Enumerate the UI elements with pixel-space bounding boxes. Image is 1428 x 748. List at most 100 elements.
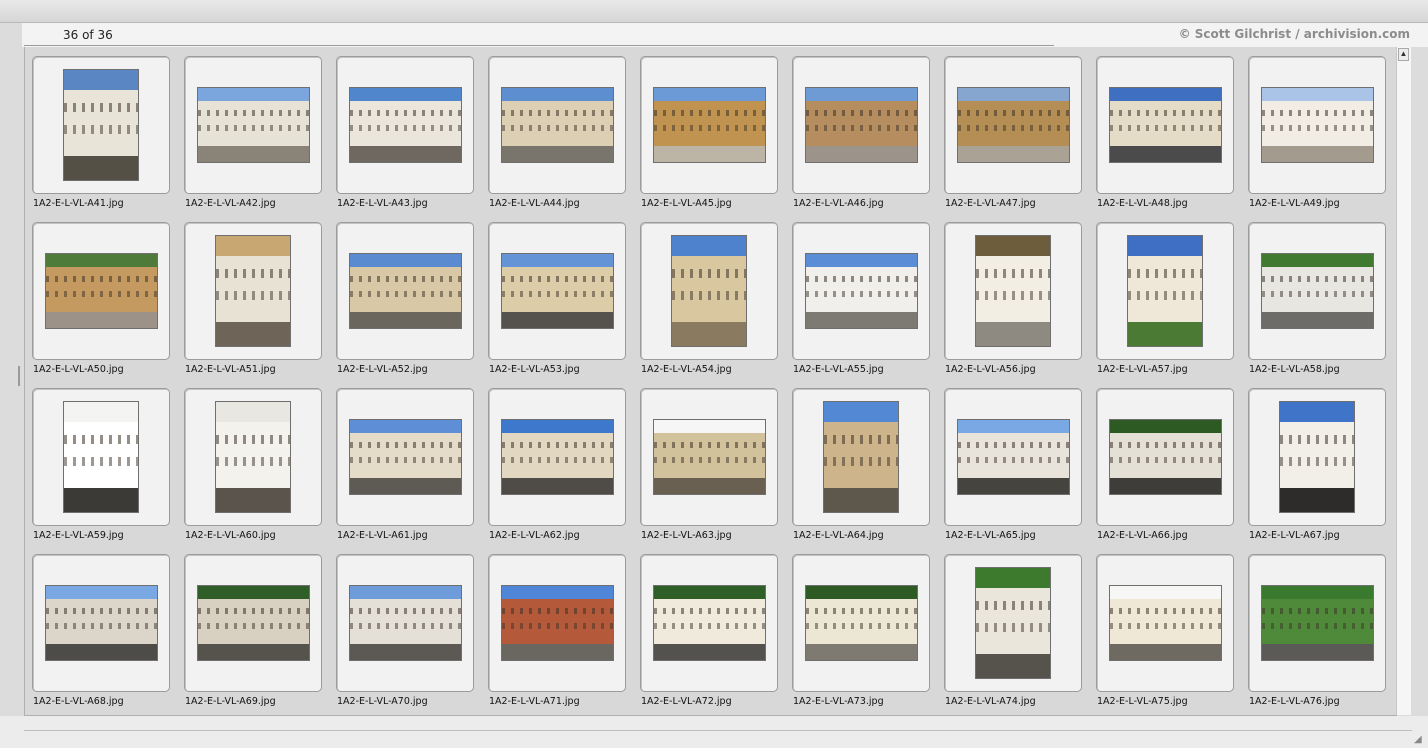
slide-mount[interactable] (336, 56, 474, 194)
thumbnail-cell[interactable]: 1A2-E-L-VL-A61.jpg (329, 382, 474, 546)
thumbnail-cell[interactable]: 1A2-E-L-VL-A67.jpg (1241, 382, 1386, 546)
thumbnail-cell[interactable]: 1A2-E-L-VL-A55.jpg (785, 216, 930, 380)
thumbnail-cell[interactable]: 1A2-E-L-VL-A76.jpg (1241, 548, 1386, 712)
slide-mount[interactable] (488, 222, 626, 360)
thumbnail-cell[interactable]: 1A2-E-L-VL-A58.jpg (1241, 216, 1386, 380)
thumbnail-cell[interactable]: 1A2-E-L-VL-A50.jpg (25, 216, 170, 380)
slide-mount[interactable] (792, 222, 930, 360)
slide-mount[interactable] (1096, 222, 1234, 360)
thumbnail-image[interactable] (805, 253, 918, 329)
thumbnail-cell[interactable]: 1A2-E-L-VL-A68.jpg (25, 548, 170, 712)
thumbnail-image[interactable] (1109, 87, 1222, 163)
thumbnail-cell[interactable]: 1A2-E-L-VL-A53.jpg (481, 216, 626, 380)
slide-mount[interactable] (944, 56, 1082, 194)
thumbnail-image[interactable] (671, 235, 747, 347)
thumbnail-cell[interactable]: 1A2-E-L-VL-A41.jpg (25, 50, 170, 214)
thumbnail-image[interactable] (823, 401, 899, 513)
slide-mount[interactable] (488, 388, 626, 526)
thumbnail-image[interactable] (349, 87, 462, 163)
slide-mount[interactable] (640, 554, 778, 692)
thumbnail-cell[interactable]: 1A2-E-L-VL-A56.jpg (937, 216, 1082, 380)
thumbnail-image[interactable] (957, 87, 1070, 163)
slide-mount[interactable] (1248, 554, 1386, 692)
scroll-up-arrow-icon[interactable]: ▲ (1398, 48, 1409, 61)
slide-mount[interactable] (336, 222, 474, 360)
thumbnail-cell[interactable]: 1A2-E-L-VL-A65.jpg (937, 382, 1082, 546)
vertical-scrollbar[interactable] (1396, 47, 1411, 715)
thumbnail-image[interactable] (1127, 235, 1203, 347)
thumbnail-image[interactable] (349, 585, 462, 661)
pane-splitter-handle[interactable] (18, 366, 20, 386)
thumbnail-image[interactable] (215, 235, 291, 347)
slide-mount[interactable] (32, 388, 170, 526)
slide-mount[interactable] (184, 222, 322, 360)
thumbnail-image[interactable] (45, 253, 158, 329)
thumbnail-image[interactable] (1109, 419, 1222, 495)
thumbnail-cell[interactable]: 1A2-E-L-VL-A48.jpg (1089, 50, 1234, 214)
thumbnail-image[interactable] (975, 567, 1051, 679)
thumbnail-cell[interactable]: 1A2-E-L-VL-A44.jpg (481, 50, 626, 214)
slide-mount[interactable] (1248, 222, 1386, 360)
slide-mount[interactable] (944, 554, 1082, 692)
thumbnail-image[interactable] (501, 87, 614, 163)
slide-mount[interactable] (944, 222, 1082, 360)
slide-mount[interactable] (184, 388, 322, 526)
slide-mount[interactable] (1248, 388, 1386, 526)
thumbnail-image[interactable] (957, 419, 1070, 495)
slide-mount[interactable] (1248, 56, 1386, 194)
slide-mount[interactable] (32, 554, 170, 692)
thumbnail-cell[interactable]: 1A2-E-L-VL-A71.jpg (481, 548, 626, 712)
thumbnail-image[interactable] (1279, 401, 1355, 513)
thumbnail-cell[interactable]: 1A2-E-L-VL-A52.jpg (329, 216, 474, 380)
thumbnail-image[interactable] (501, 419, 614, 495)
thumbnail-cell[interactable]: 1A2-E-L-VL-A51.jpg (177, 216, 322, 380)
thumbnail-cell[interactable]: 1A2-E-L-VL-A43.jpg (329, 50, 474, 214)
thumbnail-image[interactable] (197, 585, 310, 661)
slide-mount[interactable] (184, 554, 322, 692)
thumbnail-image[interactable] (805, 87, 918, 163)
thumbnail-image[interactable] (1261, 585, 1374, 661)
thumbnail-image[interactable] (215, 401, 291, 513)
thumbnail-image[interactable] (975, 235, 1051, 347)
slide-mount[interactable] (640, 222, 778, 360)
thumbnail-image[interactable] (45, 585, 158, 661)
thumbnail-cell[interactable]: 1A2-E-L-VL-A75.jpg (1089, 548, 1234, 712)
thumbnail-cell[interactable]: 1A2-E-L-VL-A49.jpg (1241, 50, 1386, 214)
thumbnail-cell[interactable]: 1A2-E-L-VL-A42.jpg (177, 50, 322, 214)
thumbnail-image[interactable] (501, 253, 614, 329)
slide-mount[interactable] (640, 56, 778, 194)
thumbnail-image[interactable] (501, 585, 614, 661)
thumbnail-cell[interactable]: 1A2-E-L-VL-A59.jpg (25, 382, 170, 546)
slide-mount[interactable] (184, 56, 322, 194)
thumbnail-image[interactable] (349, 253, 462, 329)
thumbnail-image[interactable] (653, 87, 766, 163)
thumbnail-cell[interactable]: 1A2-E-L-VL-A72.jpg (633, 548, 778, 712)
thumbnail-image[interactable] (63, 401, 139, 513)
thumbnail-image[interactable] (63, 69, 139, 181)
thumbnail-image[interactable] (805, 585, 918, 661)
thumbnail-cell[interactable]: 1A2-E-L-VL-A66.jpg (1089, 382, 1234, 546)
thumbnail-image[interactable] (653, 419, 766, 495)
thumbnail-cell[interactable]: 1A2-E-L-VL-A64.jpg (785, 382, 930, 546)
slide-mount[interactable] (1096, 554, 1234, 692)
thumbnail-cell[interactable]: 1A2-E-L-VL-A62.jpg (481, 382, 626, 546)
thumbnail-cell[interactable]: 1A2-E-L-VL-A60.jpg (177, 382, 322, 546)
thumbnail-cell[interactable]: 1A2-E-L-VL-A69.jpg (177, 548, 322, 712)
thumbnail-cell[interactable]: 1A2-E-L-VL-A73.jpg (785, 548, 930, 712)
thumbnail-image[interactable] (1109, 585, 1222, 661)
slide-mount[interactable] (488, 56, 626, 194)
slide-mount[interactable] (336, 388, 474, 526)
slide-mount[interactable] (792, 554, 930, 692)
slide-mount[interactable] (1096, 56, 1234, 194)
thumbnail-cell[interactable]: 1A2-E-L-VL-A45.jpg (633, 50, 778, 214)
thumbnail-cell[interactable]: 1A2-E-L-VL-A46.jpg (785, 50, 930, 214)
slide-mount[interactable] (792, 56, 930, 194)
slide-mount[interactable] (488, 554, 626, 692)
thumbnail-cell[interactable]: 1A2-E-L-VL-A63.jpg (633, 382, 778, 546)
slide-mount[interactable] (32, 56, 170, 194)
thumbnail-cell[interactable]: 1A2-E-L-VL-A57.jpg (1089, 216, 1234, 380)
thumbnail-image[interactable] (653, 585, 766, 661)
thumbnail-image[interactable] (349, 419, 462, 495)
slide-mount[interactable] (944, 388, 1082, 526)
thumbnail-cell[interactable]: 1A2-E-L-VL-A70.jpg (329, 548, 474, 712)
